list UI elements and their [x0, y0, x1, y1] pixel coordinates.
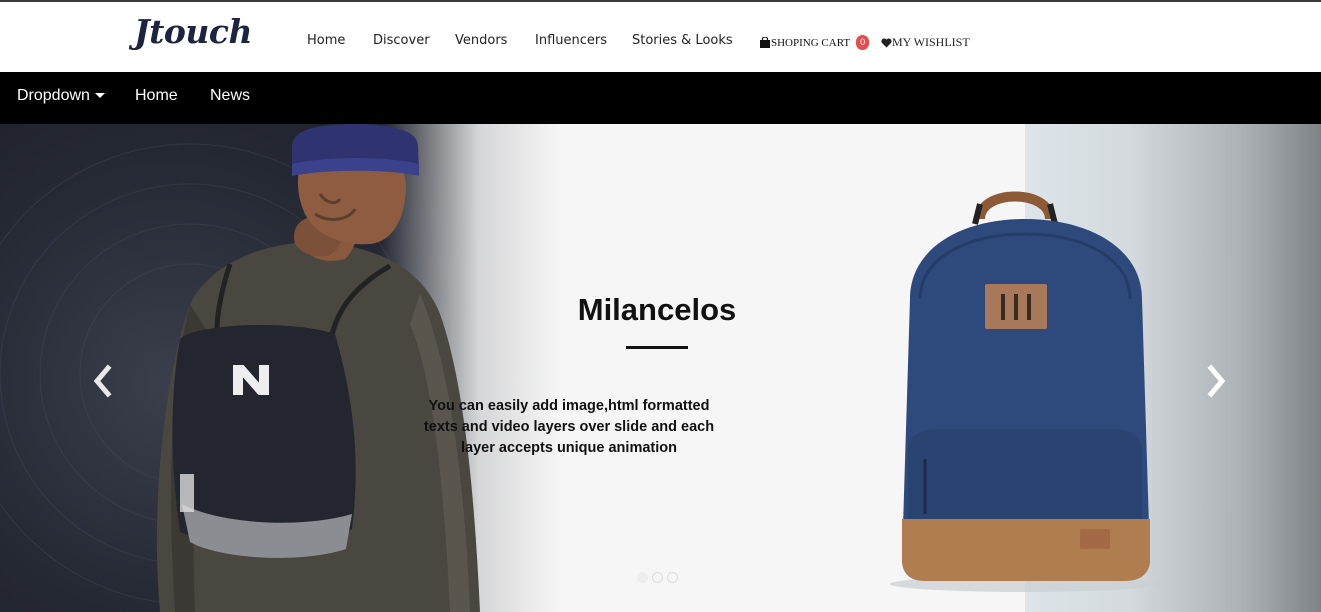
main-menu-bar: Dropdown Home News [0, 72, 1321, 124]
shopping-cart-link[interactable]: SHOPING CART 0 [759, 35, 870, 50]
chevron-left-icon [93, 364, 112, 398]
nav-discover[interactable]: Discover [373, 33, 430, 48]
brand-logo[interactable]: Jtouch [134, 12, 252, 51]
slider-dot-1[interactable] [637, 572, 648, 583]
slider-prev-button[interactable] [90, 364, 116, 398]
nav-stories-looks[interactable]: Stories & Looks [632, 33, 733, 48]
caret-down-icon [94, 93, 105, 99]
cart-count-badge: 0 [856, 35, 870, 50]
dropdown-menu-toggle[interactable]: Dropdown [17, 87, 105, 105]
site-header: Jtouch Home Discover Vendors Influencers… [0, 2, 1321, 72]
dropdown-label: Dropdown [17, 87, 90, 104]
model-with-backpack-image [156, 124, 481, 612]
menu-news[interactable]: News [210, 87, 250, 105]
slider-dot-3[interactable] [667, 572, 678, 583]
slider-dot-2[interactable] [652, 572, 663, 583]
heart-icon [881, 37, 892, 48]
slider-dots [637, 572, 678, 583]
shopping-bag-icon [759, 37, 771, 48]
blue-backpack-image [890, 191, 1160, 592]
shopping-cart-label: SHOPING CART [771, 36, 851, 49]
chevron-right-icon [1207, 364, 1226, 398]
nav-vendors[interactable]: Vendors [455, 33, 507, 48]
slide-title: Milancelos [577, 292, 737, 327]
wishlist-label: MY WISHLIST [892, 35, 970, 49]
hero-slider: Milancelos You can easily add image,html… [0, 124, 1321, 612]
nav-home[interactable]: Home [307, 33, 345, 48]
wishlist-link[interactable]: MY WISHLIST [881, 35, 970, 50]
nav-influencers[interactable]: Influencers [535, 33, 607, 48]
slide-description: You can easily add image,html formatted … [423, 398, 715, 456]
menu-home[interactable]: Home [135, 87, 178, 105]
slider-next-button[interactable] [1203, 364, 1229, 398]
title-divider [626, 346, 688, 349]
